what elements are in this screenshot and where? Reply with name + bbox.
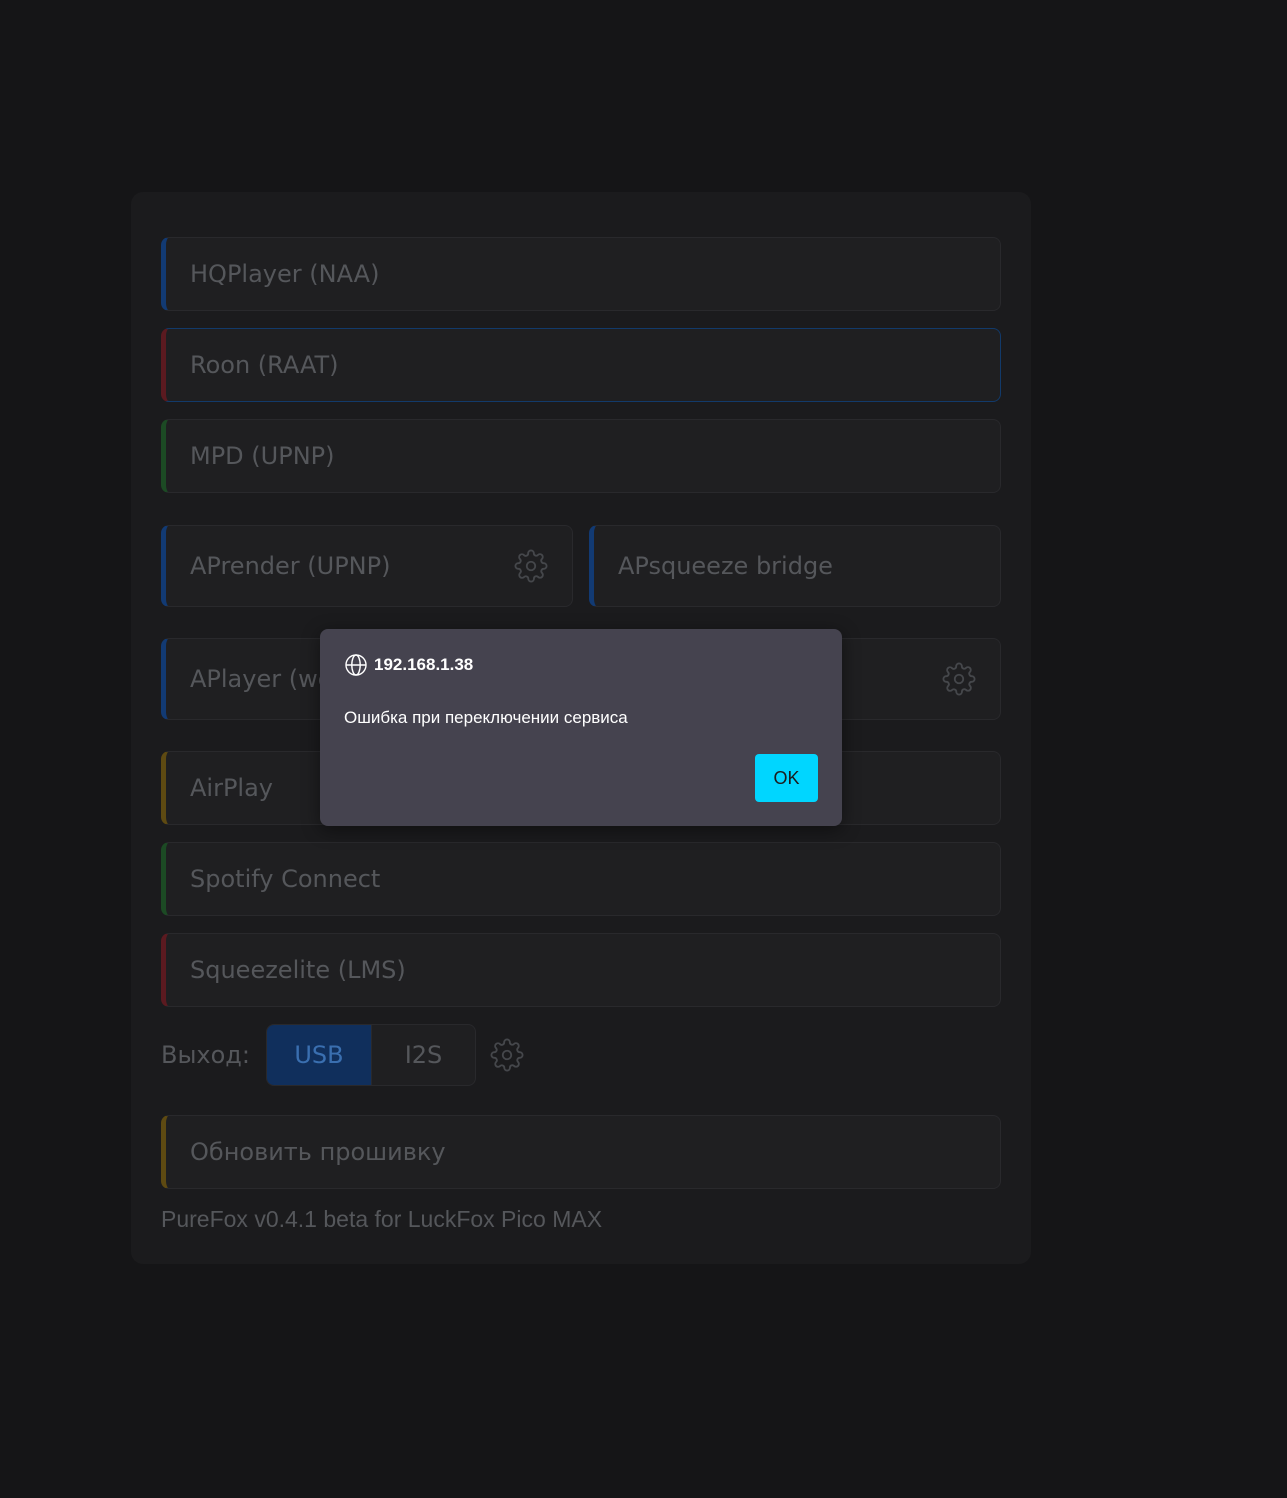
globe-icon xyxy=(344,653,368,677)
service-squeezelite[interactable]: Squeezelite (LMS) xyxy=(161,933,1001,1007)
service-roon-label: Roon (RAAT) xyxy=(190,351,339,379)
dialog-origin-text: 192.168.1.38 xyxy=(374,655,474,674)
output-label: Выход: xyxy=(161,1041,250,1069)
service-apsqueeze[interactable]: APsqueeze bridge xyxy=(589,525,1001,607)
service-apsqueeze-label: APsqueeze bridge xyxy=(618,552,833,580)
output-option-usb[interactable]: USB xyxy=(266,1025,371,1085)
dialog-origin: 192.168.1.38 xyxy=(344,653,473,677)
dialog-message: Ошибка при переключении сервиса xyxy=(344,708,628,727)
service-spotify[interactable]: Spotify Connect xyxy=(161,842,1001,916)
service-roon[interactable]: Roon (RAAT) xyxy=(161,328,1001,402)
output-selector-row: Выход: USB I2S xyxy=(161,1024,524,1086)
aprender-settings-gear-icon[interactable] xyxy=(514,549,548,583)
service-mpd-label: MPD (UPNP) xyxy=(190,442,335,470)
service-aprender[interactable]: APrender (UPNP) xyxy=(161,525,573,607)
alert-dialog: 192.168.1.38 Ошибка при переключении сер… xyxy=(320,629,842,826)
firmware-update-button[interactable]: Обновить прошивку xyxy=(161,1115,1001,1189)
version-footer: PureFox v0.4.1 beta for LuckFox Pico MAX xyxy=(161,1206,603,1232)
aplayer-settings-gear-icon[interactable] xyxy=(942,662,976,696)
output-segmented-control: USB I2S xyxy=(265,1024,476,1086)
output-settings-gear-icon[interactable] xyxy=(490,1038,524,1072)
service-mpd[interactable]: MPD (UPNP) xyxy=(161,419,1001,493)
output-option-i2s[interactable]: I2S xyxy=(370,1025,475,1085)
service-squeezelite-label: Squeezelite (LMS) xyxy=(190,956,406,984)
service-hqplayer-label: HQPlayer (NAA) xyxy=(190,260,380,288)
ok-button[interactable]: OK xyxy=(755,754,818,802)
service-hqplayer[interactable]: HQPlayer (NAA) xyxy=(161,237,1001,311)
service-spotify-label: Spotify Connect xyxy=(190,865,381,893)
service-aprender-label: APrender (UPNP) xyxy=(190,552,391,580)
service-airplay-label: AirPlay xyxy=(190,774,274,802)
firmware-update-label: Обновить прошивку xyxy=(190,1138,446,1166)
